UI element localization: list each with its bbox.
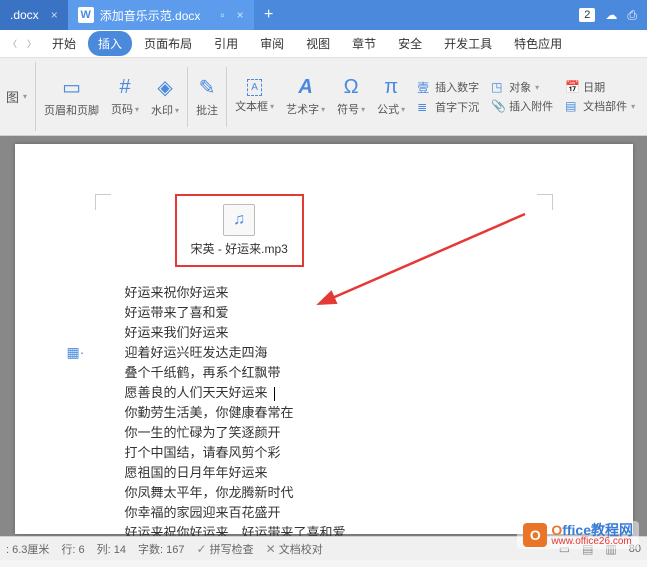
watermark-icon: ◈ bbox=[157, 75, 172, 100]
wordart-button[interactable]: A 艺术字▾ bbox=[282, 62, 329, 131]
chevron-right-icon[interactable]: 〉 bbox=[23, 37, 40, 50]
cloud-icon[interactable]: ☁ bbox=[605, 8, 617, 22]
title-bar: .docx × W 添加音乐示范.docx ▫ × + 2 ☁ ⎙ bbox=[0, 0, 647, 30]
text-line: 好运来祝你好运来 好运带来了喜和爱 bbox=[125, 523, 523, 536]
new-tab-button[interactable]: + bbox=[254, 6, 284, 24]
close-icon[interactable]: × bbox=[51, 8, 58, 22]
ribbon-left-label: 图 bbox=[6, 87, 19, 106]
object-button[interactable]: ◳对象▾ bbox=[491, 79, 553, 95]
status-proof[interactable]: ✕ 文档校对 bbox=[266, 541, 323, 557]
menu-insert[interactable]: 插入 bbox=[88, 31, 132, 56]
docpart-icon: ▤ bbox=[565, 99, 579, 113]
tab-inactive[interactable]: .docx × bbox=[0, 0, 68, 30]
watermark-url: www.office26.com bbox=[551, 537, 633, 547]
text-line: 愿善良的人们天天好运来 bbox=[125, 383, 523, 403]
wordart-icon: A bbox=[298, 76, 312, 99]
docpart-button[interactable]: ▤文档部件▾ bbox=[565, 98, 635, 114]
menu-start[interactable]: 开始 bbox=[42, 31, 86, 56]
menu-reference[interactable]: 引用 bbox=[204, 31, 248, 56]
menu-view[interactable]: 视图 bbox=[296, 31, 340, 56]
chevron-down-icon[interactable]: ▾ bbox=[23, 92, 27, 101]
site-watermark: O Office教程网 www.office26.com bbox=[517, 521, 639, 549]
text-line: 愿祖国的日月年年好运来 bbox=[125, 463, 523, 483]
menu-review[interactable]: 审阅 bbox=[250, 31, 294, 56]
text-line: 好运带来了喜和爱 bbox=[125, 303, 523, 323]
attachment-filename: 宋英 - 好运来.mp3 bbox=[191, 240, 288, 257]
text-line: 好运来我们好运来 bbox=[125, 323, 523, 343]
text-line: 你勤劳生活美，你健康春常在 bbox=[125, 403, 523, 423]
status-col: 列: 14 bbox=[97, 541, 126, 557]
watermark-title: Office教程网 bbox=[551, 523, 633, 537]
status-row: 行: 6 bbox=[61, 541, 84, 557]
menu-chapter[interactable]: 章节 bbox=[342, 31, 386, 56]
insert-number-button[interactable]: 壹插入数字 bbox=[417, 79, 479, 96]
margin-corner bbox=[537, 194, 553, 210]
date-button[interactable]: 📅日期 bbox=[565, 79, 635, 95]
tab-active[interactable]: W 添加音乐示范.docx ▫ × bbox=[68, 0, 254, 30]
date-icon: 📅 bbox=[565, 80, 579, 94]
formula-icon: π bbox=[384, 76, 398, 99]
gift-icon[interactable]: ⎙ bbox=[627, 8, 637, 23]
header-footer-button[interactable]: ▭ 页眉和页脚 bbox=[40, 62, 103, 131]
menu-special[interactable]: 特色应用 bbox=[504, 31, 572, 56]
formula-button[interactable]: π 公式▾ bbox=[373, 62, 409, 131]
tab-label: 添加音乐示范.docx bbox=[100, 7, 201, 24]
text-line: 迎着好运兴旺发达走四海 bbox=[125, 343, 523, 363]
text-line: 好运来祝你好运来 bbox=[125, 283, 523, 303]
chevron-left-icon[interactable]: 〈 bbox=[4, 37, 21, 50]
document-body[interactable]: 好运来祝你好运来 好运带来了喜和爱 好运来我们好运来 迎着好运兴旺发达走四海 叠… bbox=[125, 283, 523, 536]
header-footer-icon: ▭ bbox=[62, 75, 81, 100]
watermark-button[interactable]: ◈ 水印▾ bbox=[147, 62, 183, 131]
status-position: : 6.3厘米 bbox=[6, 541, 49, 557]
ribbon: 图 ▾ ▭ 页眉和页脚 # 页码▾ ◈ 水印▾ ✎ 批注 A 文本框▾ A 艺术… bbox=[0, 58, 647, 136]
text-line: 打个中国结，请春风剪个彩 bbox=[125, 443, 523, 463]
text-line: 你幸福的家园迎来百花盛开 bbox=[125, 503, 523, 523]
page-number-button[interactable]: # 页码▾ bbox=[107, 62, 143, 131]
number-icon: 壹 bbox=[417, 79, 431, 96]
symbol-button[interactable]: Ω 符号▾ bbox=[333, 62, 369, 131]
comment-button[interactable]: ✎ 批注 bbox=[192, 62, 222, 131]
close-icon[interactable]: × bbox=[237, 8, 244, 22]
text-cursor bbox=[274, 387, 275, 401]
page-number-icon: # bbox=[119, 76, 130, 99]
object-icon: ◳ bbox=[491, 80, 505, 94]
menu-security[interactable]: 安全 bbox=[388, 31, 432, 56]
menu-layout[interactable]: 页面布局 bbox=[134, 31, 202, 56]
word-icon: W bbox=[78, 7, 94, 23]
textbox-icon: A bbox=[247, 79, 262, 96]
attachment-highlight: ♫ 宋英 - 好运来.mp3 bbox=[175, 194, 304, 267]
text-line: 叠个千纸鹤，再系个红飘带 bbox=[125, 363, 523, 383]
tab-menu-icon[interactable]: ▫ bbox=[220, 8, 224, 22]
comment-icon: ✎ bbox=[199, 75, 216, 100]
status-spellcheck[interactable]: ✓ 拼写检查 bbox=[196, 541, 253, 557]
tab-label: .docx bbox=[10, 8, 39, 22]
layout-options-icon[interactable]: ▦· bbox=[67, 344, 85, 361]
page-count-badge[interactable]: 2 bbox=[579, 8, 595, 22]
document-canvas: ♫ 宋英 - 好运来.mp3 ▦· 好运来祝你好运来 好运带来了喜和爱 好运来我… bbox=[0, 136, 647, 536]
attachment-button[interactable]: 📎插入附件 bbox=[491, 98, 553, 114]
page[interactable]: ♫ 宋英 - 好运来.mp3 ▦· 好运来祝你好运来 好运带来了喜和爱 好运来我… bbox=[15, 144, 633, 534]
attachment-icon: 📎 bbox=[491, 99, 505, 113]
text-line: 你凤舞太平年，你龙腾新时代 bbox=[125, 483, 523, 503]
music-file-icon[interactable]: ♫ bbox=[223, 204, 255, 236]
textbox-button[interactable]: A 文本框▾ bbox=[231, 62, 278, 131]
status-wordcount[interactable]: 字数: 167 bbox=[138, 541, 184, 557]
dropcap-icon: ≣ bbox=[417, 100, 431, 114]
margin-corner bbox=[95, 194, 111, 210]
menu-devtools[interactable]: 开发工具 bbox=[434, 31, 502, 56]
text-line: 你一生的忙碌为了笑逐颜开 bbox=[125, 423, 523, 443]
dropcap-button[interactable]: ≣首字下沉 bbox=[417, 99, 479, 115]
menu-bar: 〈 〉 开始 插入 页面布局 引用 审阅 视图 章节 安全 开发工具 特色应用 bbox=[0, 30, 647, 58]
symbol-icon: Ω bbox=[344, 76, 359, 99]
office-logo-icon: O bbox=[523, 523, 547, 547]
